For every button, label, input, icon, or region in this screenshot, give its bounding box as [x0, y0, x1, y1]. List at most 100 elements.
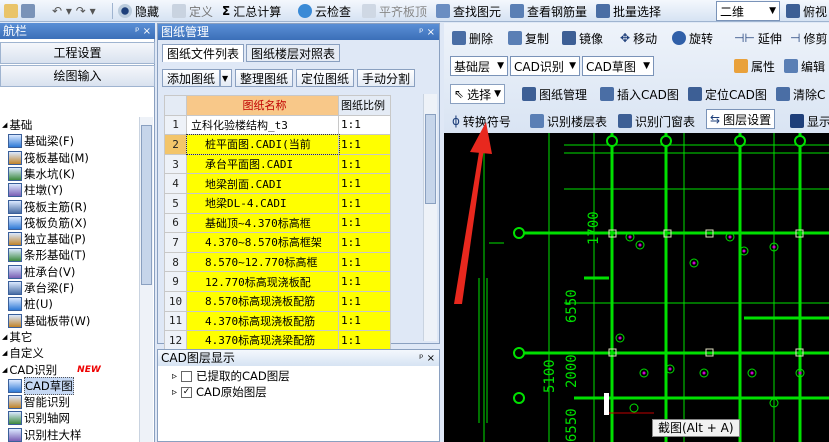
- rotate-button[interactable]: 旋转: [672, 28, 713, 48]
- cad-canvas[interactable]: 1700 6550 2000 5100 6550 截图(Alt + A): [444, 133, 829, 442]
- table-row[interactable]: 10 8.570标高现浇板配筋 1:1: [164, 290, 391, 312]
- expand-toggle-icon[interactable]: ◢: [2, 366, 7, 374]
- copy-button[interactable]: 复制: [508, 28, 549, 48]
- table-row[interactable]: 12 4.370标高现浇梁配筋 1:1: [164, 330, 391, 351]
- view-mode-select[interactable]: 二维 ▼: [716, 1, 780, 21]
- manual-split-button[interactable]: 手动分割: [357, 69, 416, 87]
- nav-tree-item[interactable]: 集水坑(K): [8, 166, 75, 182]
- layer-checkbox[interactable]: ✓: [181, 386, 193, 398]
- expand-toggle-icon[interactable]: ◢: [2, 349, 7, 357]
- drawing-name-cell[interactable]: 12.770标高现浇板配: [186, 271, 339, 292]
- drawing-scale-cell[interactable]: 1:1: [338, 173, 391, 194]
- drawing-scale-cell[interactable]: 1:1: [338, 232, 391, 253]
- property-button[interactable]: 属性: [734, 56, 775, 76]
- nav-scrollbar[interactable]: [139, 117, 153, 442]
- drawing-scale-cell[interactable]: 1:1: [338, 192, 391, 214]
- nav-tree-item[interactable]: ◢ 基础: [2, 117, 32, 133]
- tab-floor-map[interactable]: 图纸楼层对照表: [246, 44, 341, 62]
- table-row[interactable]: 1 立科化验楼结构_t3 1:1: [164, 114, 391, 136]
- nav-tree-item[interactable]: 识别柱大样: [8, 427, 82, 442]
- table-row[interactable]: 11 4.370标高现浇板配筋 1:1: [164, 310, 391, 332]
- flat-top-button[interactable]: 平齐板顶: [362, 1, 427, 21]
- add-drawing-dropdown[interactable]: ▼: [220, 69, 232, 87]
- clear-cad-button[interactable]: 清除C: [776, 84, 825, 104]
- nav-tree-item[interactable]: ◢ 其它: [2, 329, 32, 345]
- hide-button[interactable]: 隐藏: [118, 1, 159, 21]
- mirror-button[interactable]: 镜像: [562, 28, 603, 48]
- extend-button[interactable]: ⊣⊢ 延伸: [734, 28, 782, 48]
- table-row[interactable]: 9 12.770标高现浇板配 1:1: [164, 271, 391, 292]
- expand-arrow-icon[interactable]: ▹: [172, 387, 177, 398]
- layer-item[interactable]: ▹ 已提取的CAD图层: [172, 368, 432, 384]
- nav-tree-item[interactable]: 独立基础(P): [8, 231, 86, 247]
- nav-tree-item[interactable]: 筏板基础(M): [8, 150, 89, 166]
- nav-tree-item[interactable]: 筏板负筋(X): [8, 215, 87, 231]
- expand-arrow-icon[interactable]: ▹: [172, 371, 177, 382]
- find-element-button[interactable]: 查找图元: [436, 1, 501, 21]
- drawing-name-cell[interactable]: 8.570标高现浇板配筋: [186, 290, 339, 312]
- drawing-name-cell[interactable]: 基础顶~4.370标高框: [186, 212, 339, 234]
- drawing-name-cell[interactable]: 桩平面图.CADI(当前: [185, 133, 340, 156]
- layer-select[interactable]: 基础层 ▼: [450, 56, 508, 76]
- add-drawing-button[interactable]: 添加图纸: [162, 69, 221, 87]
- recognize-floor-button[interactable]: 识别楼层表: [530, 111, 607, 131]
- trim-button[interactable]: ⊣ 修剪: [790, 28, 827, 48]
- batch-select-button[interactable]: 批量选择: [596, 1, 661, 21]
- drawing-name-cell[interactable]: 4.370标高现浇板配筋: [186, 310, 339, 332]
- drawing-name-cell[interactable]: 承台平面图.CADI: [186, 153, 339, 175]
- locate-cad-button[interactable]: 定位CAD图: [688, 84, 767, 104]
- nav-tree-item[interactable]: ◢ 自定义: [2, 345, 44, 361]
- table-row[interactable]: 4 地梁剖面.CADI 1:1: [164, 173, 391, 194]
- nav-tree-item[interactable]: 基础板带(W): [8, 313, 90, 329]
- project-settings-button[interactable]: 工程设置: [0, 42, 155, 64]
- table-row[interactable]: 8 8.570~12.770标高框 1:1: [164, 251, 391, 273]
- nav-tree-item[interactable]: 基础梁(F): [8, 133, 74, 149]
- drawing-scroll-thumb[interactable]: [425, 114, 436, 204]
- expand-toggle-icon[interactable]: ◢: [2, 333, 7, 341]
- drawing-scale-cell[interactable]: 1:1: [338, 330, 391, 351]
- nav-tree-item[interactable]: 桩(U): [8, 296, 53, 312]
- nav-tree-item[interactable]: CAD草图: [8, 376, 74, 395]
- drawing-scale-cell[interactable]: 1:1: [338, 271, 391, 292]
- nav-tree-item[interactable]: 柱墩(Y): [8, 182, 63, 198]
- drawing-scale-cell[interactable]: 1:1: [338, 290, 391, 312]
- edit-button[interactable]: 编辑: [784, 56, 825, 76]
- drawing-scale-cell[interactable]: 1:1: [338, 212, 391, 234]
- recognize-door-button[interactable]: 识别门窗表: [618, 111, 695, 131]
- locate-drawing-button[interactable]: 定位图纸: [296, 69, 355, 87]
- define-button[interactable]: 定义: [172, 1, 213, 21]
- table-row[interactable]: 2 桩平面图.CADI(当前 1:1: [164, 133, 391, 156]
- drawing-scrollbar[interactable]: [423, 94, 437, 341]
- nav-tree-item[interactable]: 识别轴网: [8, 410, 70, 426]
- drawing-scale-cell[interactable]: 1:1: [338, 251, 391, 273]
- nav-tree-item[interactable]: 筏板主筋(R): [8, 199, 87, 215]
- drawing-name-cell[interactable]: 8.570~12.770标高框: [186, 251, 339, 273]
- undo-button[interactable]: [4, 1, 35, 21]
- move-button[interactable]: ✥ 移动: [620, 28, 657, 48]
- top-view-button[interactable]: 俯视: [786, 1, 827, 21]
- table-row[interactable]: 6 基础顶~4.370标高框 1:1: [164, 212, 391, 234]
- cad-recognize-select[interactable]: CAD识别 ▼: [510, 56, 580, 76]
- drawing-name-cell[interactable]: 地梁DL-4.CADI: [186, 192, 339, 214]
- insert-cad-button[interactable]: 插入CAD图: [600, 84, 679, 104]
- drawing-name-cell[interactable]: 立科化验楼结构_t3: [186, 114, 339, 136]
- pin-close-icon[interactable]: ᵖ ×: [419, 25, 435, 41]
- view-rebar-button[interactable]: 查看钢筋量: [510, 1, 587, 21]
- display-button[interactable]: 显示: [790, 111, 829, 131]
- drawing-scale-cell[interactable]: 1:1: [338, 153, 391, 175]
- organize-drawing-button[interactable]: 整理图纸: [235, 69, 294, 87]
- nav-tree-item[interactable]: 承台梁(F): [8, 280, 74, 296]
- layer-item[interactable]: ▹ ✓ CAD原始图层: [172, 384, 432, 400]
- drawing-name-cell[interactable]: 4.370标高现浇梁配筋: [186, 330, 339, 351]
- table-row[interactable]: 5 地梁DL-4.CADI 1:1: [164, 192, 391, 214]
- drawing-mgmt-button[interactable]: 图纸管理: [522, 84, 587, 104]
- nav-tree-item[interactable]: 智能识别: [8, 394, 70, 410]
- pin-close-icon[interactable]: ᵖ ×: [135, 24, 151, 40]
- layer-checkbox[interactable]: [181, 370, 193, 382]
- tab-drawing-list[interactable]: 图纸文件列表: [162, 44, 245, 62]
- delete-button[interactable]: 删除: [452, 28, 493, 48]
- drawing-name-cell[interactable]: 4.370~8.570标高框架: [186, 232, 339, 253]
- nav-tree-item[interactable]: 桩承台(V): [8, 264, 75, 280]
- nav-tree-item[interactable]: 条形基础(T): [8, 247, 86, 263]
- table-row[interactable]: 3 承台平面图.CADI 1:1: [164, 153, 391, 175]
